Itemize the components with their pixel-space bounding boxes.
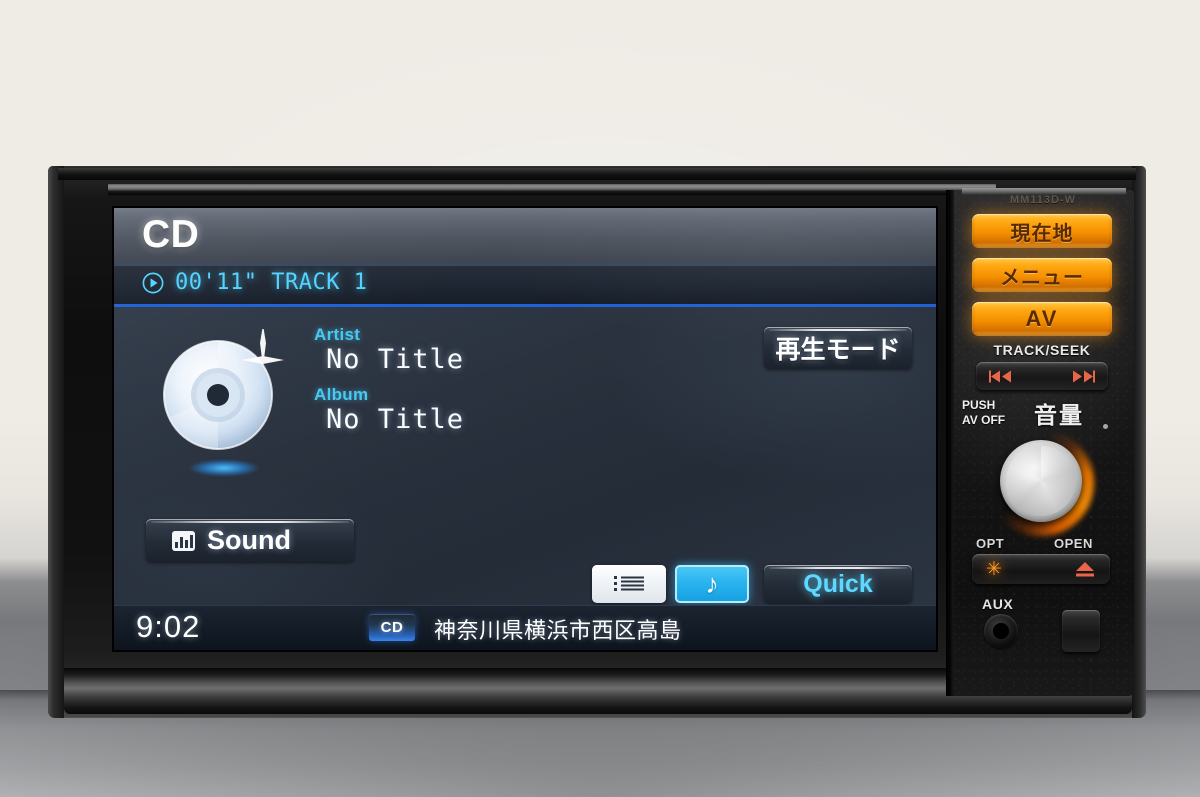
model-label: MM113D-W <box>1009 194 1077 206</box>
skip-next-icon[interactable] <box>1070 369 1096 384</box>
sound-label: Sound <box>207 525 291 555</box>
aux-jack-icon[interactable] <box>984 614 1018 648</box>
status-bar: 9:02 CD 神奈川県横浜市西区高島 <box>114 605 936 650</box>
now-playing-area: Artist No Title Album No Title 再生モード Sou… <box>114 307 936 606</box>
menu-button[interactable]: メニュー <box>972 258 1112 292</box>
track-metadata: Artist No Title Album No Title <box>312 325 464 445</box>
eject-icon[interactable] <box>1074 560 1096 578</box>
push-av-off-label: PUSH AV OFF <box>962 398 1005 428</box>
list-button[interactable] <box>592 565 666 603</box>
track-seek-rocker[interactable] <box>976 362 1108 390</box>
clock: 9:02 <box>136 609 201 644</box>
skip-previous-icon[interactable] <box>988 369 1014 384</box>
asterisk-icon[interactable]: ✳ <box>986 560 1002 579</box>
current-location-label: 現在地 <box>1010 222 1074 245</box>
header-band: CD <box>114 208 936 266</box>
volume-label: 音量 <box>1034 402 1084 428</box>
track-info-band: 00'11" TRACK 1 <box>114 266 936 307</box>
track-seek-label: TRACK/SEEK <box>993 342 1091 358</box>
chassis-top-lip <box>58 168 1136 180</box>
push-line: PUSH <box>962 398 996 412</box>
disc-glow <box>178 457 270 479</box>
av-off-line: AV OFF <box>962 413 1006 427</box>
source-badge[interactable]: CD <box>369 614 415 641</box>
knob-brushed-finish <box>1006 446 1076 516</box>
play-mode-button[interactable]: 再生モード <box>764 327 912 369</box>
panel-groove <box>946 190 954 696</box>
chassis-right-edge <box>1132 166 1146 718</box>
play-mode-label: 再生モード <box>775 336 901 364</box>
opt-label: OPT <box>976 536 1005 551</box>
track-info-text: 00'11" TRACK 1 <box>175 270 368 295</box>
artist-value: No Title <box>326 344 465 375</box>
product-photo: CD 00'11" TRACK 1 Artist No Title Album … <box>0 0 1200 797</box>
artist-label: Artist <box>314 325 361 344</box>
button-sheen <box>151 521 349 523</box>
av-label: AV <box>1025 306 1059 331</box>
aux-label: AUX <box>982 596 1014 612</box>
chassis-left-edge <box>48 166 64 718</box>
lcd-screen[interactable]: CD 00'11" TRACK 1 Artist No Title Album … <box>114 208 936 650</box>
head-unit: CD 00'11" TRACK 1 Artist No Title Album … <box>48 166 1146 718</box>
list-icon <box>614 576 644 591</box>
source-badge-label: CD <box>380 619 404 636</box>
sound-button[interactable]: Sound <box>146 519 354 562</box>
reset-button[interactable] <box>1062 610 1100 652</box>
disc-slot <box>108 184 996 194</box>
album-value: No Title <box>326 404 465 435</box>
music-note-icon: ♪ <box>705 568 719 599</box>
compact-disc-icon <box>156 325 292 479</box>
music-source-button[interactable]: ♪ <box>675 565 749 603</box>
volume-knob[interactable] <box>1000 440 1082 522</box>
av-button[interactable]: AV <box>972 302 1112 336</box>
page-title: CD <box>142 213 200 256</box>
current-location-button[interactable]: 現在地 <box>972 214 1112 248</box>
equalizer-icon <box>172 530 195 551</box>
menu-label: メニュー <box>1000 266 1084 289</box>
panel-led-dot <box>1103 424 1108 429</box>
quick-label: Quick <box>803 569 873 598</box>
control-panel: MM113D-W 現在地 メニュー AV TRACK/SEEK PUSH AV … <box>946 188 1134 696</box>
album-label: Album <box>314 385 369 404</box>
volume-knob-assembly[interactable] <box>988 424 1108 536</box>
open-label: OPEN <box>1054 536 1093 551</box>
opt-open-rocker[interactable]: ✳ <box>972 554 1110 584</box>
play-circle-icon <box>142 272 164 293</box>
quick-button[interactable]: Quick <box>764 565 912 603</box>
button-sheen <box>769 329 907 331</box>
button-sheen <box>769 567 907 569</box>
current-address: 神奈川県横浜市西区高島 <box>434 618 682 643</box>
